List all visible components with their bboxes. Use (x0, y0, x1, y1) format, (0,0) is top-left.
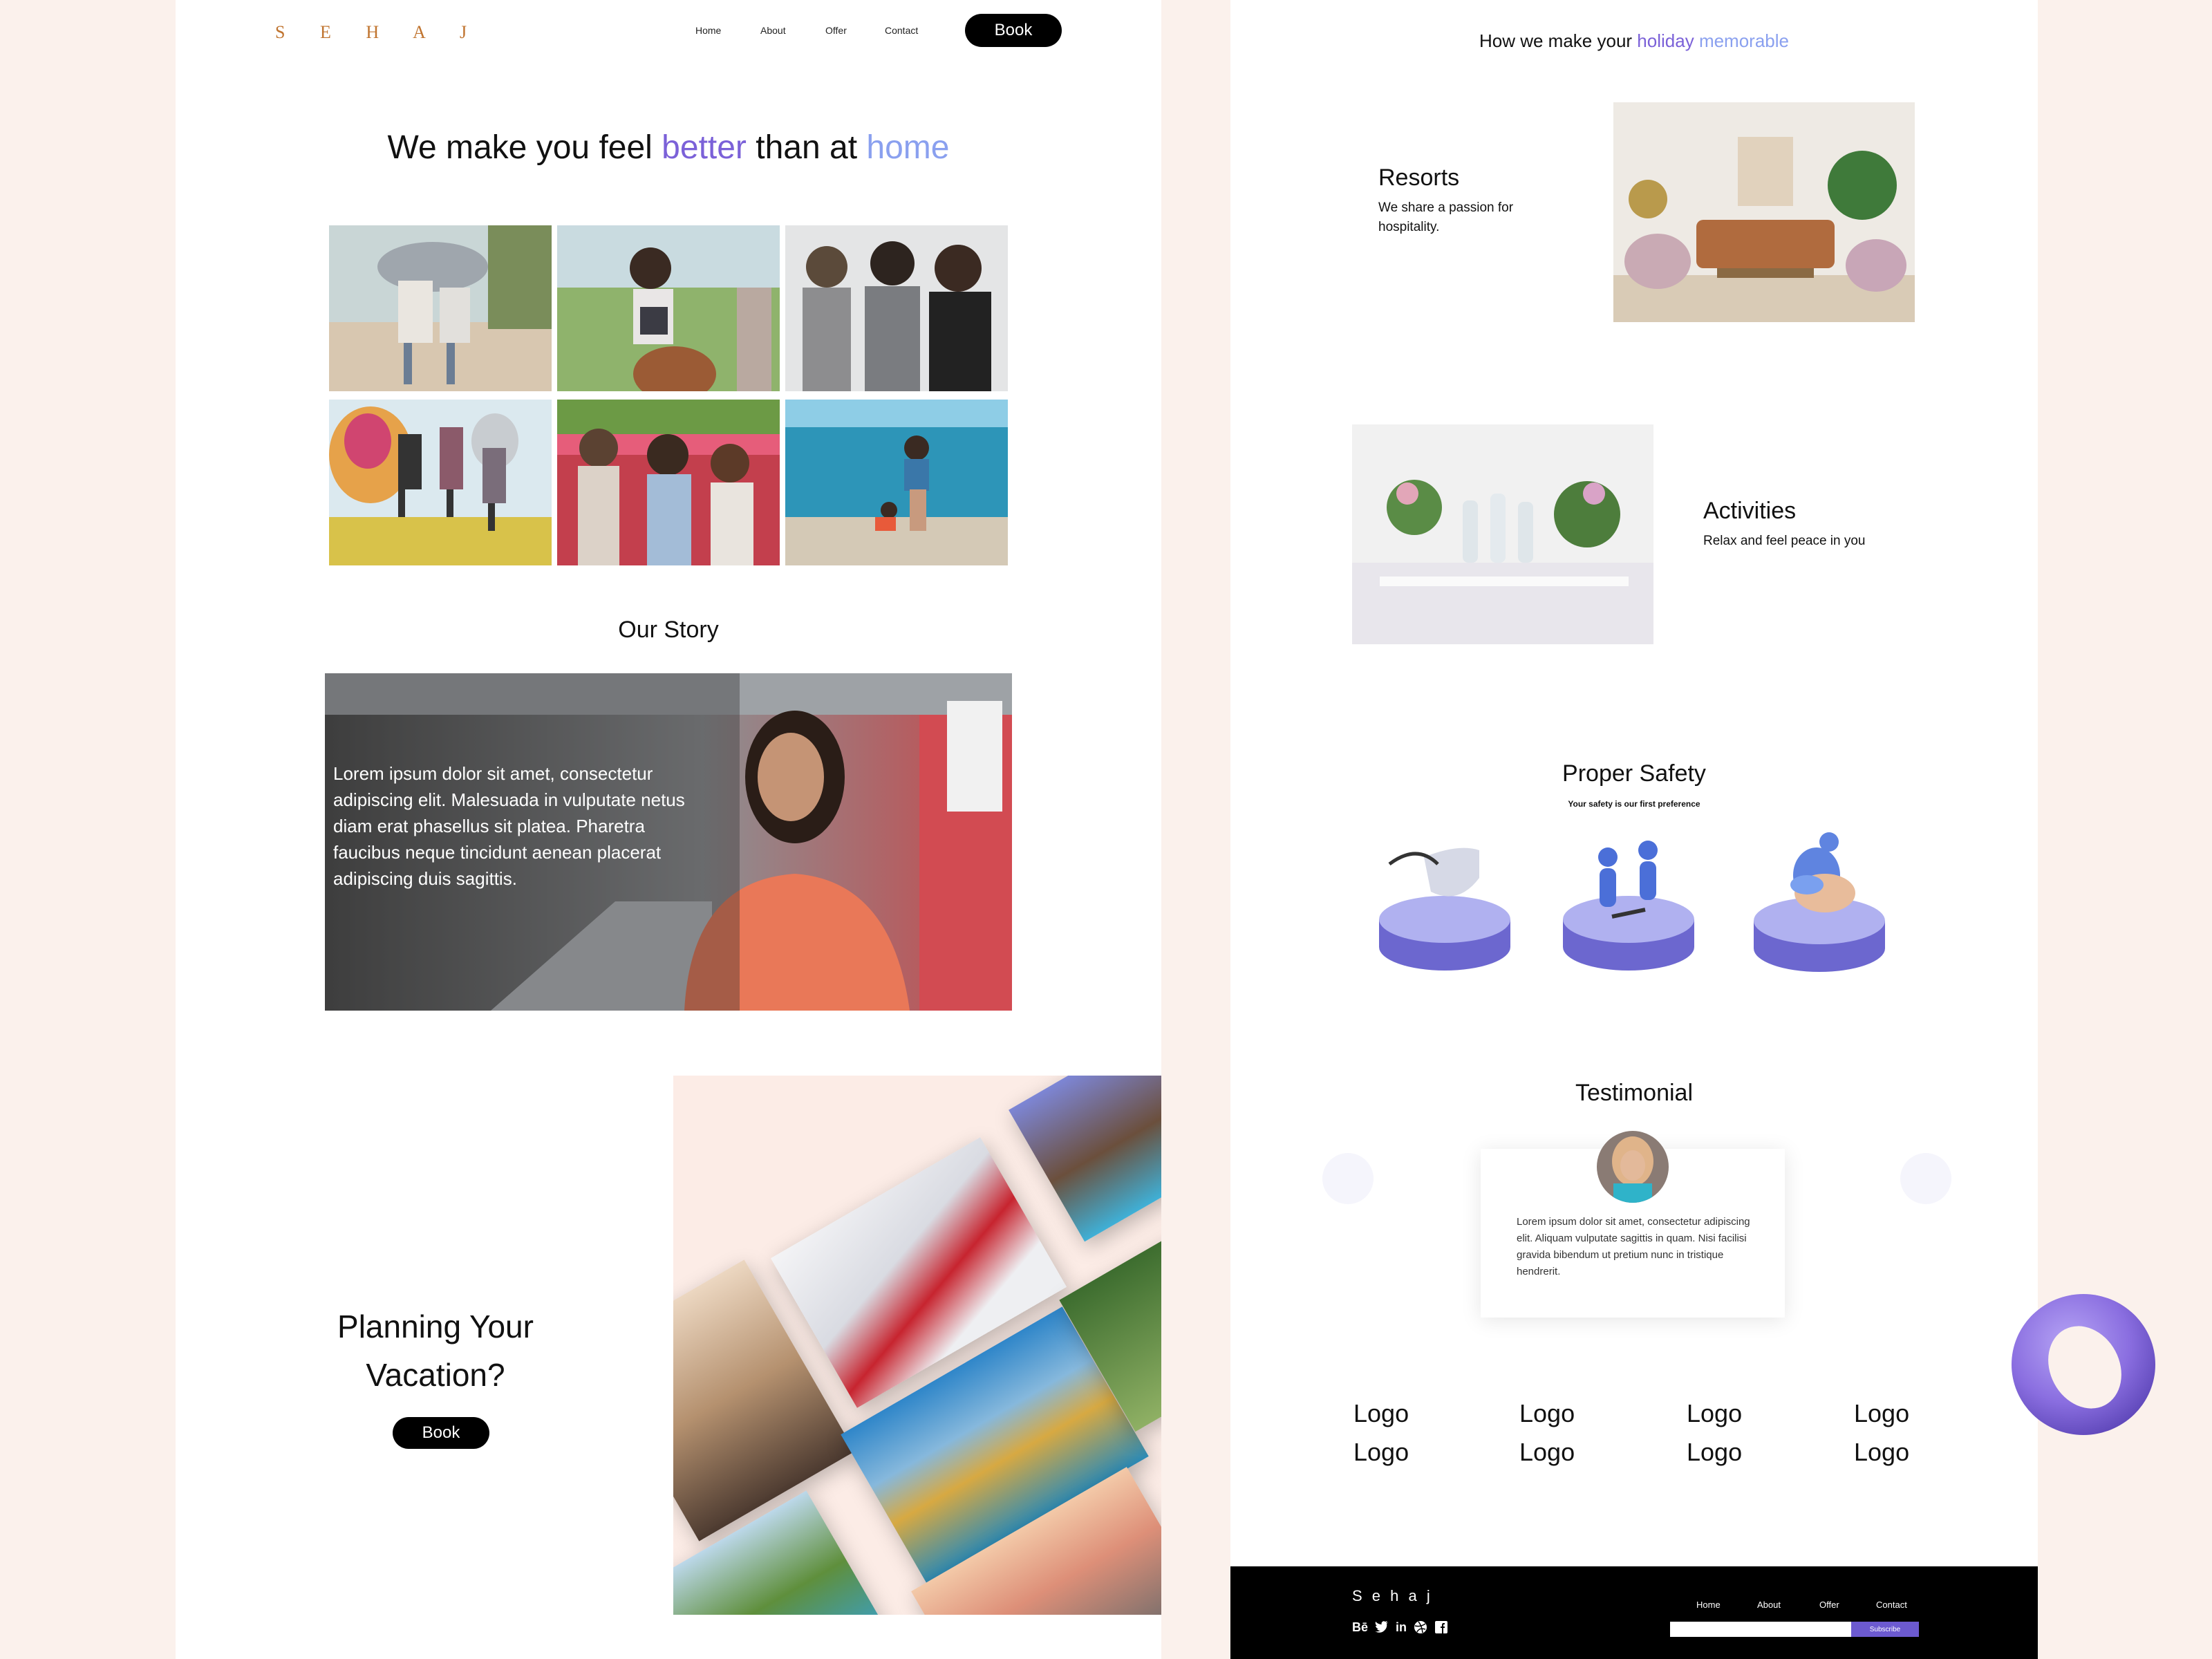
activities-subtitle: Relax and feel peace in you (1703, 534, 1866, 548)
our-story-text: Lorem ipsum dolor sit amet, consectetur … (333, 763, 685, 889)
nav-home-link[interactable]: Home (695, 25, 721, 36)
mask-icon (1376, 830, 1521, 975)
partner-logo[interactable]: Logo (1353, 1438, 1409, 1467)
partner-logo[interactable]: Logo (1854, 1399, 1909, 1428)
partner-logo[interactable]: Logo (1687, 1399, 1742, 1428)
footer-social: Bē in (1352, 1620, 1448, 1638)
footer-nav-home[interactable]: Home (1696, 1600, 1721, 1610)
resorts-title: Resorts (1378, 165, 1460, 191)
activities-photo (1352, 424, 1653, 644)
footer-nav-offer[interactable]: Offer (1819, 1600, 1839, 1610)
photo-mother-son-sea (785, 400, 1008, 565)
linkedin-icon[interactable]: in (1396, 1620, 1407, 1638)
photo-three-women (785, 225, 1008, 391)
activities-title: Activities (1703, 498, 1797, 524)
planning-book-button[interactable]: Book (393, 1417, 489, 1449)
partner-logo[interactable]: Logo (1519, 1399, 1575, 1428)
safety-title: Proper Safety (1562, 760, 1706, 787)
partner-logo[interactable]: Logo (1519, 1438, 1575, 1467)
footer-nav-about[interactable]: About (1757, 1600, 1781, 1610)
features-heading-text: How we make your (1479, 30, 1638, 51)
partner-logo[interactable]: Logo (1854, 1438, 1909, 1467)
features-heading: How we make your holiday memorable (1230, 30, 2038, 52)
hand-sanitizer-icon (1750, 827, 1895, 975)
features-heading-accent-memorable: memorable (1698, 30, 1789, 51)
brand-logo[interactable]: S E H A J (275, 22, 482, 43)
testimonial-title: Testimonial (1575, 1080, 1694, 1106)
hero-title-text-2: than at (746, 129, 867, 166)
collage-photo-resort-pool (1009, 1076, 1161, 1242)
footer-brand: S e h a j (1352, 1587, 1433, 1604)
photo-balloon-jump (329, 400, 552, 565)
hero-title-accent-better: better (662, 129, 747, 166)
vacation-collage (673, 1076, 1161, 1615)
our-story-banner: Lorem ipsum dolor sit amet, consectetur … (325, 673, 1012, 1011)
facebook-icon[interactable] (1434, 1620, 1448, 1638)
features-heading-accent-holiday: holiday (1637, 30, 1694, 51)
activities-feature: Activities Relax and feel peace in you (1703, 498, 1866, 551)
testimonial-avatar (1597, 1131, 1669, 1203)
subscribe-button[interactable]: Subscribe (1851, 1622, 1919, 1637)
hero-title-accent-home: home (866, 129, 950, 166)
planning-title: Planning Your Vacation? (337, 1309, 534, 1393)
footer-nav-contact[interactable]: Contact (1876, 1600, 1907, 1610)
hero-title: We make you feel better than at home (176, 129, 1161, 167)
photo-kids-beach (329, 225, 552, 391)
photo-mother-child (557, 225, 780, 391)
dribbble-icon[interactable] (1414, 1620, 1427, 1638)
safety-subtitle: Your safety is our first preference (1568, 799, 1700, 809)
twitter-icon[interactable] (1375, 1620, 1389, 1638)
social-distance-icon (1559, 827, 1705, 975)
photo-friends-tulips (557, 400, 780, 565)
avatar-faded (1322, 1153, 1374, 1204)
testimonial-card-faded-left[interactable] (1258, 1153, 1438, 1264)
avatar-faded (1900, 1153, 1951, 1204)
landing-page-right: How we make your holiday memorable Resor… (1230, 0, 2038, 1659)
testimonial-card-faded-right[interactable] (1836, 1153, 2016, 1264)
resorts-feature: Resorts We share a passion for hospitali… (1378, 165, 1524, 237)
nav-book-button[interactable]: Book (965, 14, 1062, 47)
decorative-torus (2007, 1290, 2159, 1439)
our-story-title: Our Story (618, 617, 719, 643)
resorts-photo (1613, 102, 1915, 322)
testimonial-quote: Lorem ipsum dolor sit amet, consectetur … (1517, 1216, 1750, 1277)
hero-photo-grid (329, 225, 1008, 567)
newsletter-email-input[interactable] (1670, 1622, 1851, 1637)
hero-title-text: We make you feel (387, 129, 662, 166)
nav-offer-link[interactable]: Offer (825, 25, 847, 36)
nav-about-link[interactable]: About (760, 25, 786, 36)
landing-page-left: S E H A J Home About Offer Contact Book … (176, 0, 1161, 1659)
behance-icon[interactable]: Bē (1352, 1620, 1368, 1638)
partner-logo[interactable]: Logo (1353, 1399, 1409, 1428)
partner-logo[interactable]: Logo (1687, 1438, 1742, 1467)
footer: S e h a j Bē in Home About Offer Contact… (1230, 1566, 2038, 1659)
resorts-subtitle: We share a passion for hospitality. (1378, 200, 1514, 234)
nav-contact-link[interactable]: Contact (885, 25, 918, 36)
